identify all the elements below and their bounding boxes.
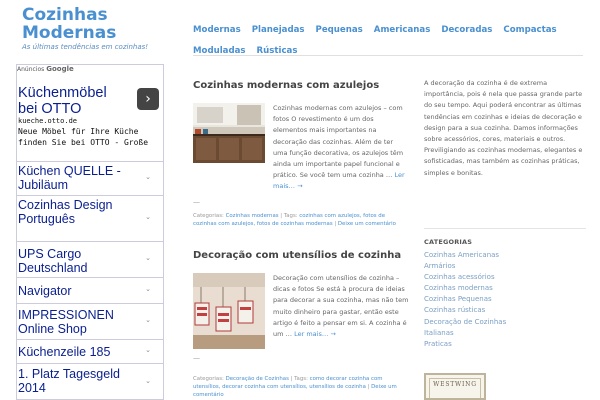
chevron-down-icon[interactable]: ⌄ xyxy=(145,173,151,181)
category-link[interactable]: Italianas xyxy=(424,328,586,339)
category-link[interactable]: Cozinhas Americanas xyxy=(424,250,586,261)
site-tagline: As últimas tendências em cozinhas! xyxy=(22,43,149,51)
ad-panel: Anúncios Google Küchenmöbel bei OTTO › k… xyxy=(16,64,164,400)
site-logo[interactable]: Cozinhas Modernas As últimas tendências … xyxy=(22,6,172,51)
nav-divider xyxy=(193,55,583,56)
post-meta: Categorias: Decoração de Cozinhas | Tags… xyxy=(193,375,408,399)
main-nav: Modernas Planejadas Pequenas Americanas Deco… xyxy=(193,17,573,59)
ad-link[interactable]: Navigator ⌄ xyxy=(17,277,163,303)
ad-link-label[interactable]: Küchenzeile 185 xyxy=(18,345,136,359)
ad-link[interactable]: Küchen QUELLE - Jubiläum ⌄ xyxy=(17,161,163,195)
banner-wordmark[interactable]: WESTWING xyxy=(426,381,484,388)
category-link[interactable]: Decoração de Cozinhas xyxy=(424,317,586,328)
chevron-right-icon[interactable]: › xyxy=(137,88,159,110)
chevron-down-icon[interactable]: ⌄ xyxy=(145,377,151,385)
ad-description[interactable]: Neue Möbel für Ihre Küche finden Sie bei… xyxy=(18,126,164,150)
post-separator: — xyxy=(193,354,200,362)
post-excerpt: Cozinhas modernas com azulejos – com fot… xyxy=(273,103,409,193)
read-more-link[interactable]: Ler mais… → xyxy=(294,330,336,338)
ad-link[interactable]: Küchenzeile 185 ⌄ xyxy=(17,339,163,363)
post-excerpt-text: Decoração com utensílios de cozinha – di… xyxy=(273,274,409,339)
post-title[interactable]: Cozinhas modernas com azulejos xyxy=(193,80,408,91)
google-logo[interactable]: Google xyxy=(46,65,74,73)
site-title-line-1[interactable]: Cozinhas xyxy=(22,5,108,25)
category-link[interactable]: Cozinhas Pequenas xyxy=(424,294,586,305)
ad-link-label[interactable]: Navigator xyxy=(18,284,136,298)
nav-item-decoradas[interactable]: Decoradas xyxy=(441,22,492,38)
post-thumbnail[interactable] xyxy=(193,273,265,349)
chevron-down-icon[interactable]: ⌄ xyxy=(145,316,151,324)
post: Decoração com utensílios de cozinha Deco… xyxy=(193,250,408,400)
ad-link[interactable]: Cozinhas Design Português ⌄ xyxy=(17,195,163,241)
post-excerpt-text: Cozinhas modernas com azulejos – com fot… xyxy=(273,104,404,180)
post-meta: Categorias: Cozinhas modernas | Tags: co… xyxy=(193,212,408,228)
category-link[interactable]: Cozinhas modernas xyxy=(424,283,586,294)
ad-link[interactable]: 1. Platz Tagesgeld 2014 ⌄ xyxy=(17,363,163,400)
post-meta-label: Categorias: xyxy=(193,213,226,219)
ad-headline[interactable]: Küchenmöbel bei OTTO xyxy=(18,85,128,117)
ad-link[interactable]: UPS Cargo Deutschland ⌄ xyxy=(17,241,163,277)
chevron-down-icon[interactable]: ⌄ xyxy=(145,285,151,293)
nav-item-rusticas[interactable]: Rústicas xyxy=(257,43,298,59)
site-title[interactable]: Cozinhas Modernas xyxy=(22,6,172,42)
ad-link-label[interactable]: UPS Cargo Deutschland xyxy=(18,247,136,275)
sidebar-divider xyxy=(424,228,586,229)
post-excerpt: Decoração com utensílios de cozinha – di… xyxy=(273,273,409,340)
westwing-banner[interactable]: WESTWING xyxy=(424,373,486,400)
nav-item-americanas[interactable]: Americanas xyxy=(374,22,431,38)
post-category-link[interactable]: Decoração de Cozinhas xyxy=(226,376,289,382)
categories-list: Cozinhas Americanas Armários Cozinhas ac… xyxy=(424,250,586,350)
ad-choices-label[interactable]: Anúncios xyxy=(17,66,44,73)
ad-link-label[interactable]: Küchen QUELLE - Jubiläum xyxy=(18,164,136,192)
ad-link-label[interactable]: IMPRESSIONEN Online Shop xyxy=(18,308,136,336)
nav-item-moduladas[interactable]: Moduladas xyxy=(193,43,246,59)
ad-choices[interactable]: Anúncios Google xyxy=(17,65,74,73)
post-title[interactable]: Decoração com utensílios de cozinha xyxy=(193,250,408,261)
post-meta-label: Categorias: xyxy=(193,376,226,382)
chevron-down-icon[interactable]: ⌄ xyxy=(145,213,151,221)
nav-item-pequenas[interactable]: Pequenas xyxy=(316,22,363,38)
ad-link-label[interactable]: 1. Platz Tagesgeld 2014 xyxy=(18,367,136,395)
post-separator: — xyxy=(193,198,200,206)
ad-link-label[interactable]: Cozinhas Design Português xyxy=(18,198,136,226)
category-link[interactable]: Cozinhas rústicas xyxy=(424,305,586,316)
categories-heading: CATEGORIAS xyxy=(424,238,473,246)
post: Cozinhas modernas com azulejos Cozinhas … xyxy=(193,80,408,230)
about-text: A decoração da cozinha é de extrema impo… xyxy=(424,79,583,177)
chevron-down-icon[interactable]: ⌄ xyxy=(145,346,151,354)
ad-domain[interactable]: kueche.otto.de xyxy=(18,117,77,125)
post-category-link[interactable]: Cozinhas modernas xyxy=(226,213,279,219)
post-thumbnail[interactable] xyxy=(193,103,265,163)
site-title-line-2[interactable]: Modernas xyxy=(22,23,116,43)
chevron-down-icon[interactable]: ⌄ xyxy=(145,254,151,262)
category-link[interactable]: Praticas xyxy=(424,339,586,350)
nav-item-planejadas[interactable]: Planejadas xyxy=(252,22,305,38)
post-tags-label: | Tags: xyxy=(288,376,310,382)
nav-item-modernas[interactable]: Modernas xyxy=(193,22,241,38)
category-link[interactable]: Armários xyxy=(424,261,586,272)
ad-link[interactable]: IMPRESSIONEN Online Shop ⌄ xyxy=(17,303,163,339)
post-tags-label: | Tags: xyxy=(278,213,300,219)
category-link[interactable]: Cozinhas acessórios xyxy=(424,272,586,283)
comment-link[interactable]: Deixe um comentário xyxy=(338,221,396,227)
nav-item-compactas[interactable]: Compactas xyxy=(503,22,556,38)
